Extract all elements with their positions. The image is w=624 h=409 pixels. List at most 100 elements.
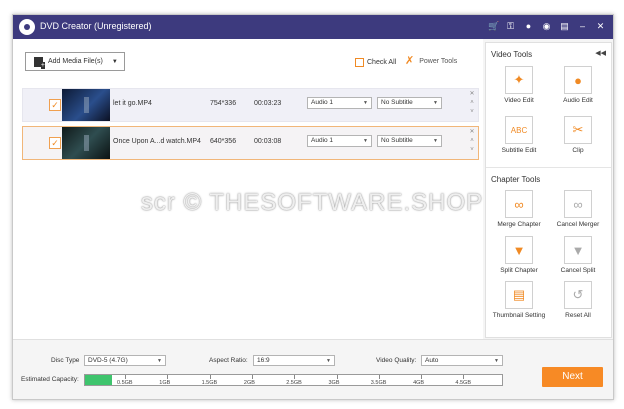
move-down-icon[interactable]: ˅ bbox=[467, 146, 477, 155]
link-icon: ∞ bbox=[505, 190, 533, 218]
cancel-merger-tool[interactable]: ∞ Cancel Merger bbox=[548, 190, 608, 228]
capacity-tick-mark bbox=[336, 375, 338, 379]
chevron-down-icon: ▼ bbox=[363, 100, 368, 106]
reset-all-tool[interactable]: ↺ Reset All bbox=[548, 281, 608, 319]
subtitle-edit-tool[interactable]: ABC Subtitle Edit bbox=[489, 116, 549, 154]
capacity-tick-label: 3.5GB bbox=[370, 380, 387, 386]
cart-icon[interactable]: 🛒 bbox=[488, 20, 499, 32]
abc-icon: ABC bbox=[505, 116, 533, 144]
capacity-tick-label: 4GB bbox=[413, 380, 425, 386]
disc-type-label: Disc Type bbox=[51, 357, 80, 364]
audio-track-value: Audio 1 bbox=[311, 137, 334, 144]
chevron-down-icon: ▼ bbox=[433, 100, 438, 106]
magic-wand-icon: ✦ bbox=[505, 66, 533, 94]
chevron-down-icon: ▼ bbox=[494, 358, 499, 364]
file-duration: 00:03:08 bbox=[254, 138, 282, 145]
power-tools-label: Power Tools bbox=[419, 58, 458, 65]
chevron-down-icon: ▼ bbox=[157, 358, 162, 364]
unlink-icon: ∞ bbox=[564, 190, 592, 218]
audio-track-select[interactable]: Audio 1 ▼ bbox=[307, 135, 372, 147]
video-thumbnail bbox=[62, 127, 110, 159]
collapse-icon[interactable]: ◀◀ bbox=[595, 49, 606, 57]
row-controls: ✕ ˄ ˅ bbox=[467, 90, 477, 117]
audio-edit-tool[interactable]: ● Audio Edit bbox=[548, 66, 608, 104]
clip-tool[interactable]: ✂ Clip bbox=[548, 116, 608, 154]
tools-icon: ✗ bbox=[405, 55, 415, 67]
aspect-ratio-select[interactable]: 16:9 ▼ bbox=[253, 355, 335, 366]
capacity-tick-mark bbox=[125, 375, 126, 379]
capacity-tick-mark bbox=[294, 375, 296, 379]
check-all-label: Check All bbox=[367, 59, 397, 66]
chat-icon[interactable]: ◉ bbox=[542, 20, 551, 32]
split-chapter-tool[interactable]: ▼ Split Chapter bbox=[489, 236, 549, 274]
key-icon[interactable]: ⚿ bbox=[506, 20, 515, 32]
thumbnail-icon: ▤ bbox=[505, 281, 533, 309]
subtitle-value: No Subtitle bbox=[381, 137, 413, 144]
capacity-tick-mark bbox=[378, 375, 380, 379]
file-name: Once Upon A...d watch.MP4 bbox=[113, 138, 201, 145]
disc-type-select[interactable]: DVD-5 (4.7G) ▼ bbox=[84, 355, 166, 366]
next-button[interactable]: Next bbox=[542, 367, 603, 387]
video-quality-select[interactable]: Auto ▼ bbox=[421, 355, 503, 366]
move-up-icon[interactable]: ˄ bbox=[467, 99, 477, 108]
tool-label: Audio Edit bbox=[563, 97, 593, 104]
move-down-icon[interactable]: ˅ bbox=[467, 108, 477, 117]
video-thumbnail bbox=[62, 89, 110, 121]
chevron-down-icon: ▼ bbox=[433, 138, 438, 144]
disc-type-value: DVD-5 (4.7G) bbox=[88, 357, 128, 364]
close-icon[interactable]: ✕ bbox=[596, 20, 605, 32]
audio-track-select[interactable]: Audio 1 ▼ bbox=[307, 97, 372, 109]
check-all-checkbox[interactable]: Check All bbox=[355, 58, 396, 67]
reset-icon: ↺ bbox=[564, 281, 592, 309]
video-quality-label: Video Quality: bbox=[376, 357, 417, 364]
cancel-split-icon: ▼ bbox=[564, 236, 592, 264]
video-edit-tool[interactable]: ✦ Video Edit bbox=[489, 66, 549, 104]
app-logo-icon bbox=[19, 19, 35, 35]
subtitle-select[interactable]: No Subtitle ▼ bbox=[377, 97, 442, 109]
capacity-tick-label: 1GB bbox=[159, 380, 171, 386]
remove-icon[interactable]: ✕ bbox=[467, 128, 477, 137]
app-title: DVD Creator (Unregistered) bbox=[40, 21, 152, 31]
tools-panel: Video Tools ◀◀ ✦ Video Edit ● Audio Edit… bbox=[485, 42, 612, 338]
file-duration: 00:03:23 bbox=[254, 100, 282, 107]
move-up-icon[interactable]: ˄ bbox=[467, 137, 477, 146]
tool-label: Merge Chapter bbox=[497, 221, 541, 228]
file-name: let it go.MP4 bbox=[113, 100, 152, 107]
power-tools-button[interactable]: ✗ Power Tools bbox=[405, 56, 457, 67]
file-resolution: 640*356 bbox=[210, 138, 237, 145]
menu-icon[interactable]: ▤ bbox=[560, 20, 569, 32]
video-quality-value: Auto bbox=[425, 357, 439, 364]
title-bar-icons: 🛒 ⚿ ● ◉ ▤ – ✕ bbox=[488, 20, 605, 32]
remove-icon[interactable]: ✕ bbox=[467, 90, 477, 99]
capacity-tick-label: 2.5GB bbox=[286, 380, 302, 386]
cancel-split-tool[interactable]: ▼ Cancel Split bbox=[548, 236, 608, 274]
add-media-label: Add Media File(s) bbox=[48, 58, 103, 65]
video-tools-title: Video Tools bbox=[491, 50, 533, 59]
merge-chapter-tool[interactable]: ∞ Merge Chapter bbox=[489, 190, 549, 228]
file-list-panel: Add Media File(s) ▼ Check All ✗ Power To… bbox=[13, 39, 483, 339]
thumbnail-setting-tool[interactable]: ▤ Thumbnail Setting bbox=[489, 281, 549, 319]
row-controls: ✕ ˄ ˅ bbox=[467, 128, 477, 155]
file-checkbox[interactable]: ✓ bbox=[49, 99, 61, 111]
app-window: DVD Creator (Unregistered) 🛒 ⚿ ● ◉ ▤ – ✕… bbox=[12, 14, 614, 400]
tool-label: Cancel Merger bbox=[556, 221, 600, 228]
add-file-icon bbox=[34, 56, 45, 69]
file-row[interactable]: ✓ Once Upon A...d watch.MP4 640*356 00:0… bbox=[22, 126, 479, 160]
check-all-box[interactable] bbox=[355, 58, 364, 67]
capacity-tick-label: 1.5GB bbox=[201, 380, 218, 386]
aspect-ratio-label: Aspect Ratio: bbox=[209, 357, 248, 364]
add-media-button[interactable]: Add Media File(s) ▼ bbox=[25, 52, 125, 71]
title-bar: DVD Creator (Unregistered) 🛒 ⚿ ● ◉ ▤ – ✕ bbox=[13, 15, 613, 39]
capacity-tick-label: 2GB bbox=[243, 380, 255, 386]
user-icon[interactable]: ● bbox=[524, 20, 533, 32]
chapter-tools-title: Chapter Tools bbox=[491, 175, 541, 184]
file-checkbox[interactable]: ✓ bbox=[49, 137, 61, 149]
microphone-icon: ● bbox=[564, 66, 592, 94]
capacity-fill bbox=[85, 375, 112, 385]
minimize-icon[interactable]: – bbox=[578, 20, 587, 32]
divider bbox=[486, 167, 611, 168]
file-row[interactable]: ✓ let it go.MP4 754*336 00:03:23 Audio 1… bbox=[22, 88, 479, 122]
capacity-tick-mark bbox=[167, 375, 169, 379]
file-resolution: 754*336 bbox=[210, 100, 237, 107]
subtitle-select[interactable]: No Subtitle ▼ bbox=[377, 135, 442, 147]
